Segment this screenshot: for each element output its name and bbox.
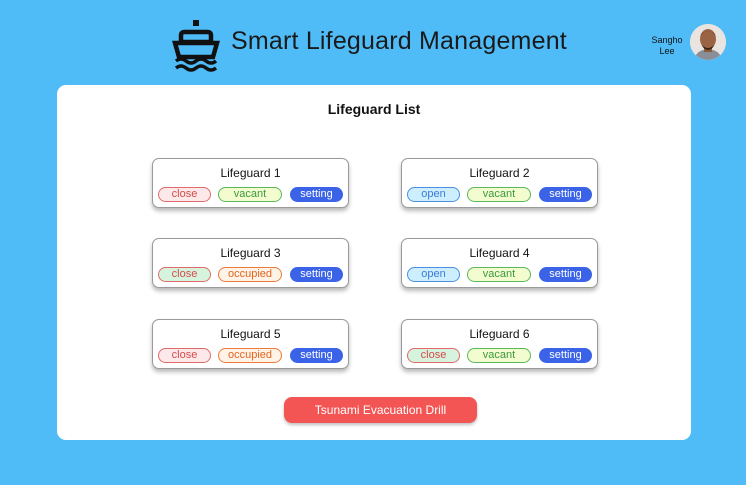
setting-button[interactable]: setting (290, 187, 343, 202)
avatar-image (690, 24, 726, 60)
occupancy-status-chip[interactable]: vacant (467, 348, 531, 363)
occupancy-status-chip[interactable]: vacant (218, 187, 282, 202)
lifeguard-name: Lifeguard 2 (469, 166, 530, 180)
occupancy-status-chip[interactable]: occupied (218, 348, 282, 363)
setting-button[interactable]: setting (539, 187, 592, 202)
user-first-name: Sangho (651, 35, 683, 45)
lifeguard-name: Lifeguard 4 (469, 246, 530, 260)
lifeguard-name: Lifeguard 6 (469, 327, 530, 341)
lifeguard-name: Lifeguard 3 (220, 246, 281, 260)
user-name: Sangho Lee (643, 35, 691, 57)
door-status-chip[interactable]: close (407, 348, 460, 363)
panel-title: Lifeguard List (327, 101, 421, 117)
lifeguard-card-4: Lifeguard 4 open vacant setting (401, 238, 598, 288)
lifeguard-card-2: Lifeguard 2 open vacant setting (401, 158, 598, 208)
setting-button[interactable]: setting (539, 348, 592, 363)
occupancy-status-chip[interactable]: occupied (218, 267, 282, 282)
lifeguard-list-panel: Lifeguard List Lifeguard 1 close vacant … (57, 85, 691, 440)
user-avatar[interactable] (690, 24, 726, 60)
door-status-chip[interactable]: close (158, 267, 211, 282)
lifeguard-card-3: Lifeguard 3 close occupied setting (152, 238, 349, 288)
lifeguard-card-1: Lifeguard 1 close vacant setting (152, 158, 349, 208)
lifeguard-name: Lifeguard 5 (220, 327, 281, 341)
lifeguard-boat-icon (172, 20, 220, 72)
lifeguard-card-5: Lifeguard 5 close occupied setting (152, 319, 349, 369)
door-status-chip[interactable]: close (158, 187, 211, 202)
setting-button[interactable]: setting (290, 267, 343, 282)
user-last-name: Lee (659, 46, 675, 56)
lifeguard-card-6: Lifeguard 6 close vacant setting (401, 319, 598, 369)
door-status-chip[interactable]: open (407, 267, 460, 282)
occupancy-status-chip[interactable]: vacant (467, 187, 531, 202)
setting-button[interactable]: setting (290, 348, 343, 363)
door-status-chip[interactable]: close (158, 348, 211, 363)
tsunami-drill-button[interactable]: Tsunami Evacuation Drill (284, 397, 477, 423)
lifeguard-name: Lifeguard 1 (220, 166, 281, 180)
occupancy-status-chip[interactable]: vacant (467, 267, 531, 282)
app-title: Smart Lifeguard Management (231, 27, 567, 55)
setting-button[interactable]: setting (539, 267, 592, 282)
door-status-chip[interactable]: open (407, 187, 460, 202)
app-screen: Smart Lifeguard Management Sangho Lee Li… (0, 0, 746, 485)
